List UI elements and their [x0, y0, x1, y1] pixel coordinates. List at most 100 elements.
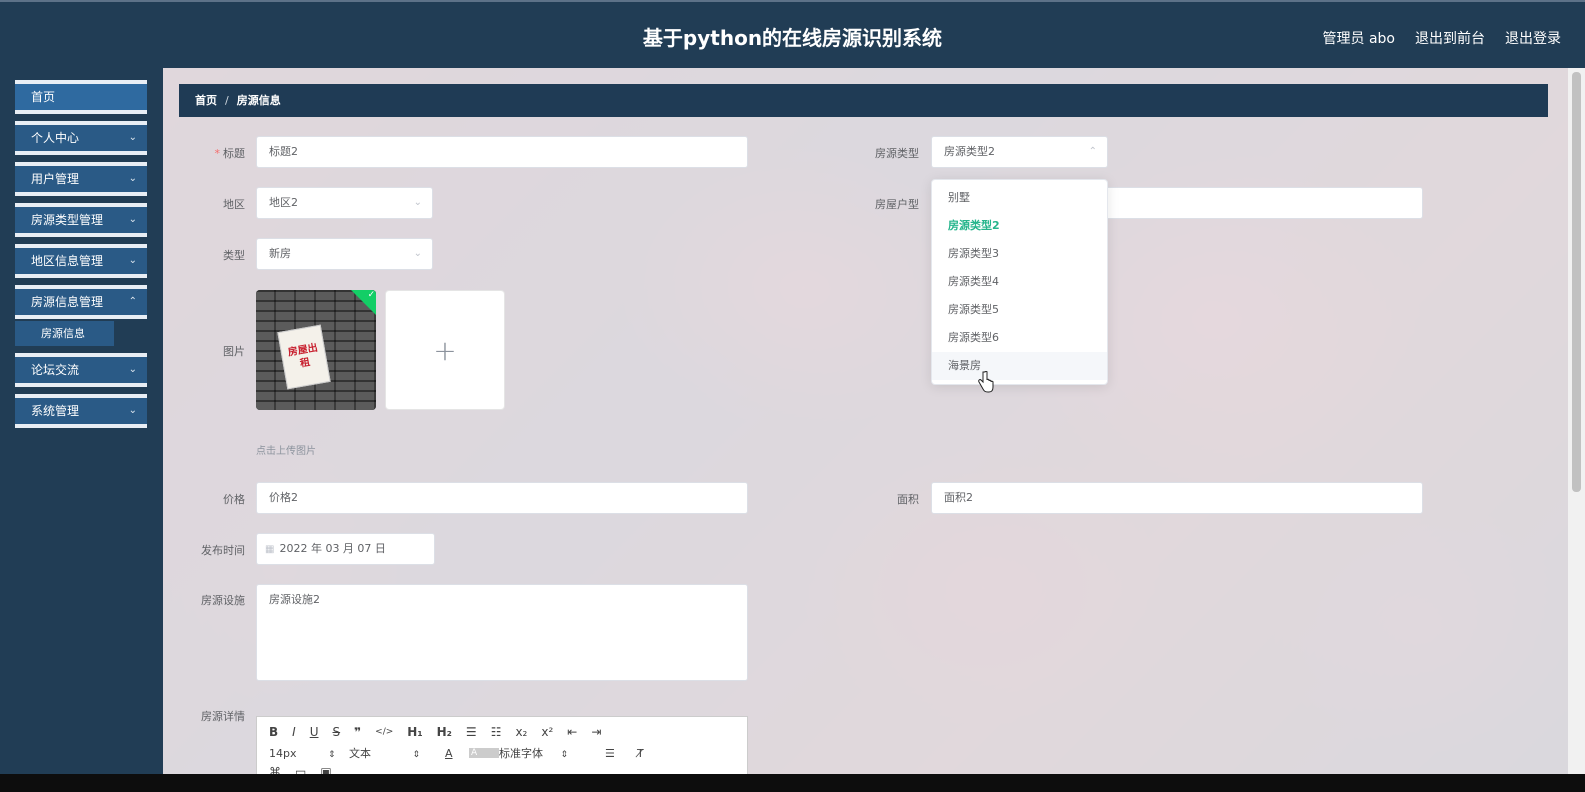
video-icon[interactable]: ▣ [320, 765, 331, 774]
title-input[interactable]: 标题2 [256, 136, 748, 168]
dropdown-option[interactable]: 别墅 [932, 184, 1107, 212]
sidebar-item-personal-center[interactable]: 个人中心 ⌄ [15, 121, 147, 155]
chevron-up-icon: ⌃ [1088, 146, 1097, 157]
region-select[interactable]: 地区2 ⌄ [256, 187, 433, 219]
sidebar-item-label: 地区信息管理 [31, 254, 104, 268]
area-input[interactable]: 面积2 [931, 482, 1423, 514]
sidebar-item-label: 论坛交流 [31, 363, 80, 377]
kind-label: 类型 [223, 249, 245, 262]
editor-toolbar-row2: 14px ⇕ 文本 ⇕ A A 标准字体 ⇕ ☰ T̸ [269, 745, 644, 761]
region-label: 地区 [223, 198, 245, 211]
exit-to-front-link[interactable]: 退出到前台 [1415, 28, 1485, 48]
title-label-text: 标题 [223, 147, 245, 160]
italic-icon[interactable]: I [292, 725, 296, 739]
text-style-value: 文本 [349, 747, 371, 760]
house-type-dropdown: 别墅 房源类型2 房源类型3 房源类型4 房源类型5 房源类型6 海景房 [931, 179, 1108, 385]
subscript-icon[interactable]: x₂ [515, 725, 527, 739]
link-icon[interactable]: ⌘ [269, 765, 281, 774]
dropdown-option-selected[interactable]: 房源类型2 [932, 212, 1107, 240]
dropdown-option[interactable]: 房源类型5 [932, 296, 1107, 324]
upload-add-button[interactable]: + [385, 290, 505, 410]
ordered-list-icon[interactable]: ☰ [466, 725, 477, 739]
sidebar: 首页 个人中心 ⌄ 用户管理 ⌄ 房源类型管理 ⌄ 地区信息管理 ⌄ 房源信息管… [0, 68, 163, 774]
sidebar-item-house-type-management[interactable]: 房源类型管理 ⌄ [15, 203, 147, 237]
outdent-icon[interactable]: ⇤ [567, 725, 577, 739]
facility-label: 房源设施 [201, 594, 245, 607]
background-color-icon[interactable]: A [469, 748, 499, 758]
house-type-value: 房源类型2 [944, 145, 995, 158]
region-value: 地区2 [269, 196, 298, 209]
check-icon: ✓ [367, 290, 376, 300]
font-size-value: 14px [269, 746, 297, 760]
hand-pointer-cursor-icon [978, 371, 994, 393]
publish-date-label: 发布时间 [201, 544, 245, 557]
sidebar-item-label: 房源类型管理 [31, 213, 104, 227]
upload-tip: 点击上传图片 [256, 446, 316, 457]
sidebar-item-region-management[interactable]: 地区信息管理 ⌄ [15, 244, 147, 278]
house-type-select[interactable]: 房源类型2 ⌃ [931, 136, 1108, 168]
select-arrows-icon: ⇕ [412, 750, 421, 760]
chevron-down-icon: ⌄ [128, 132, 137, 143]
font-family-select[interactable]: 标准字体 ⇕ [499, 745, 605, 761]
publish-date-value: 2022 年 03 月 07 日 [279, 542, 386, 555]
sidebar-item-user-management[interactable]: 用户管理 ⌄ [15, 162, 147, 196]
sidebar-item-label: 个人中心 [31, 131, 80, 145]
header-user-area: 管理员 abo 退出到前台 退出登录 [1323, 28, 1585, 48]
editor-toolbar-row3: ⌘ ▭ ▣ [269, 765, 332, 774]
sidebar-item-home[interactable]: 首页 [15, 80, 147, 114]
house-type-label: 房源类型 [875, 147, 919, 160]
required-mark: * [214, 147, 221, 160]
logout-link[interactable]: 退出登录 [1505, 28, 1561, 48]
sidebar-item-forum[interactable]: 论坛交流 ⌄ [15, 353, 147, 387]
font-size-select[interactable]: 14px ⇕ [269, 747, 349, 760]
chevron-down-icon: ⌄ [128, 255, 137, 266]
price-label: 价格 [223, 493, 245, 506]
underline-icon[interactable]: U [310, 725, 319, 739]
editor-toolbar-row1: B I U S ❞ </> H₁ H₂ ☰ ☷ x₂ x² ⇤ ⇥ [269, 725, 601, 739]
code-block-icon[interactable]: </> [375, 727, 393, 737]
vertical-scrollbar[interactable] [1568, 68, 1585, 774]
chevron-down-icon: ⌄ [128, 214, 137, 225]
text-style-select[interactable]: 文本 ⇕ [349, 745, 445, 761]
dropdown-option[interactable]: 房源类型6 [932, 324, 1107, 352]
breadcrumb-current: 房源信息 [236, 94, 281, 107]
heading1-icon[interactable]: H₁ [407, 725, 422, 739]
strike-icon[interactable]: S [333, 725, 341, 739]
price-input[interactable]: 价格2 [256, 482, 748, 514]
kind-value: 新房 [269, 247, 291, 260]
dropdown-option[interactable]: 房源类型3 [932, 240, 1107, 268]
indent-icon[interactable]: ⇥ [591, 725, 601, 739]
breadcrumb-separator: / [225, 94, 229, 107]
calendar-icon: ▦ [265, 544, 275, 555]
dropdown-option-hovered[interactable]: 海景房 [932, 352, 1107, 380]
font-family-value: 标准字体 [499, 747, 543, 760]
publish-date-picker[interactable]: ▦ 2022 年 03 月 07 日 [256, 533, 435, 565]
title-label: * 标题 [183, 145, 246, 161]
sidebar-item-house-info-management[interactable]: 房源信息管理 ⌃ [15, 285, 147, 319]
kind-select[interactable]: 新房 ⌄ [256, 238, 433, 270]
uploaded-image-thumbnail[interactable]: 房屋出租 ✓ [256, 290, 376, 410]
sidebar-subitem-house-info[interactable]: 房源信息 [15, 321, 114, 346]
sidebar-item-label: 首页 [31, 90, 56, 104]
facility-textarea[interactable]: 房源设施2 [256, 584, 748, 681]
dropdown-option[interactable]: 房源类型4 [932, 268, 1107, 296]
top-header: 基于python的在线房源识别系统 管理员 abo 退出到前台 退出登录 [0, 0, 1585, 68]
house-layout-label: 房屋户型 [875, 198, 919, 211]
breadcrumb-home[interactable]: 首页 [195, 94, 217, 107]
align-icon[interactable]: ☰ [605, 747, 637, 760]
chevron-down-icon: ⌄ [413, 197, 422, 208]
superscript-icon[interactable]: x² [541, 725, 553, 739]
scrollbar-thumb[interactable] [1572, 72, 1581, 492]
main-content: 首页 / 房源信息 * 标题 标题2 房源类型 房源类型2 ⌃ 地区 地区2 ⌄ 房屋… [163, 68, 1568, 774]
bullet-list-icon[interactable]: ☷ [491, 725, 502, 739]
image-icon[interactable]: ▭ [295, 765, 306, 774]
breadcrumb: 首页 / 房源信息 [179, 84, 1548, 117]
font-color-icon[interactable]: A [445, 747, 469, 760]
sidebar-item-label: 房源信息管理 [31, 295, 104, 309]
blockquote-icon[interactable]: ❞ [354, 725, 361, 739]
heading2-icon[interactable]: H₂ [437, 725, 452, 739]
select-arrows-icon: ⇕ [560, 750, 569, 760]
bold-icon[interactable]: B [269, 725, 278, 739]
sidebar-item-system-management[interactable]: 系统管理 ⌄ [15, 394, 147, 428]
clear-format-icon[interactable]: T̸ [637, 747, 644, 760]
